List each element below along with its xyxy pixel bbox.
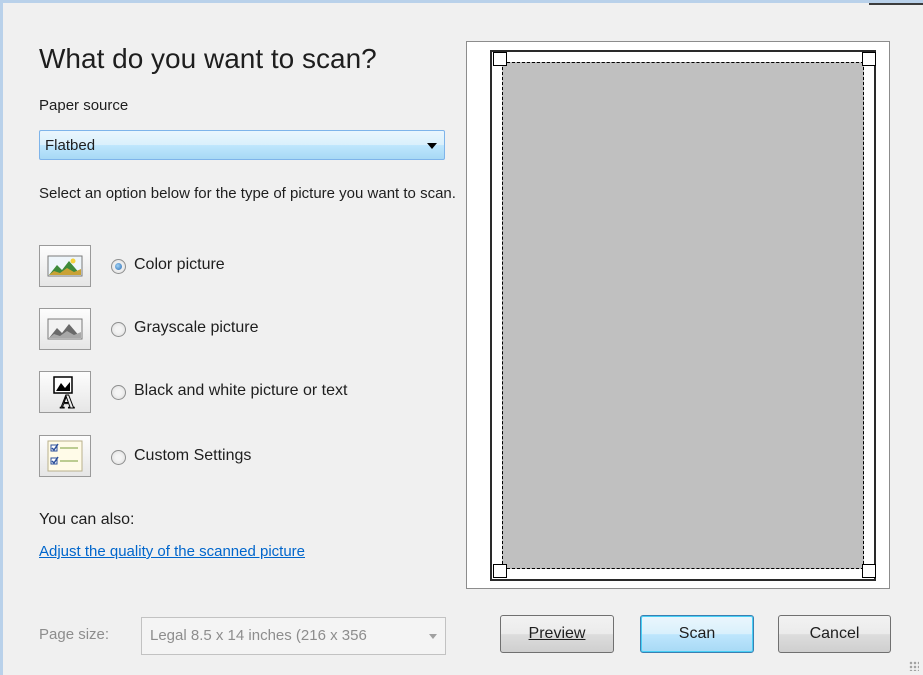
resize-grip-icon[interactable] — [909, 661, 919, 671]
preview-button-label: Preview — [528, 625, 586, 642]
page-size-label: Page size: — [39, 626, 110, 643]
custom-settings-label[interactable]: Custom Settings — [134, 447, 251, 465]
page-size-value: Legal 8.5 x 14 inches (216 x 356 — [150, 627, 367, 644]
page-size-dropdown[interactable]: Legal 8.5 x 14 inches (216 x 356 — [141, 617, 446, 655]
paper-source-label: Paper source — [39, 97, 129, 114]
scan-area[interactable] — [502, 62, 864, 569]
adjust-quality-link[interactable]: Adjust the quality of the scanned pictur… — [39, 543, 305, 560]
color-picture-radio[interactable] — [111, 259, 126, 274]
scan-dialog: What do you want to scan? Paper source F… — [0, 0, 923, 675]
instructions-text: Select an option below for the type of p… — [39, 185, 456, 202]
scan-button-label: Scan — [678, 625, 716, 642]
scan-preview-pane — [466, 41, 890, 589]
grayscale-picture-radio[interactable] — [111, 322, 126, 337]
custom-settings-icon[interactable] — [39, 435, 91, 477]
color-picture-icon[interactable] — [39, 245, 91, 287]
color-picture-label[interactable]: Color picture — [134, 256, 225, 274]
preview-button[interactable]: Preview — [500, 615, 614, 653]
chevron-down-icon — [427, 143, 437, 149]
chevron-down-icon — [429, 634, 437, 639]
black-white-radio[interactable] — [111, 385, 126, 400]
crop-handle-bottom-right[interactable] — [862, 564, 876, 578]
grayscale-picture-icon[interactable] — [39, 308, 91, 350]
crop-handle-bottom-left[interactable] — [493, 564, 507, 578]
crop-handle-top-left[interactable] — [493, 52, 507, 66]
paper-source-value: Flatbed — [45, 137, 96, 154]
grayscale-picture-label[interactable]: Grayscale picture — [134, 319, 259, 337]
paper-source-dropdown[interactable]: Flatbed — [39, 130, 445, 160]
you-can-also-label: You can also: — [39, 511, 135, 528]
window-edge — [869, 3, 923, 5]
black-white-text-icon[interactable]: A — [39, 371, 91, 414]
scan-button[interactable]: Scan — [640, 615, 754, 653]
svg-text:A: A — [60, 391, 75, 412]
dialog-heading: What do you want to scan? — [39, 43, 377, 74]
crop-handle-top-right[interactable] — [862, 52, 876, 66]
cancel-button-label: Cancel — [809, 625, 860, 642]
cancel-button[interactable]: Cancel — [778, 615, 891, 653]
custom-settings-radio[interactable] — [111, 450, 126, 465]
black-white-label[interactable]: Black and white picture or text — [134, 382, 347, 400]
preview-page — [490, 50, 876, 581]
